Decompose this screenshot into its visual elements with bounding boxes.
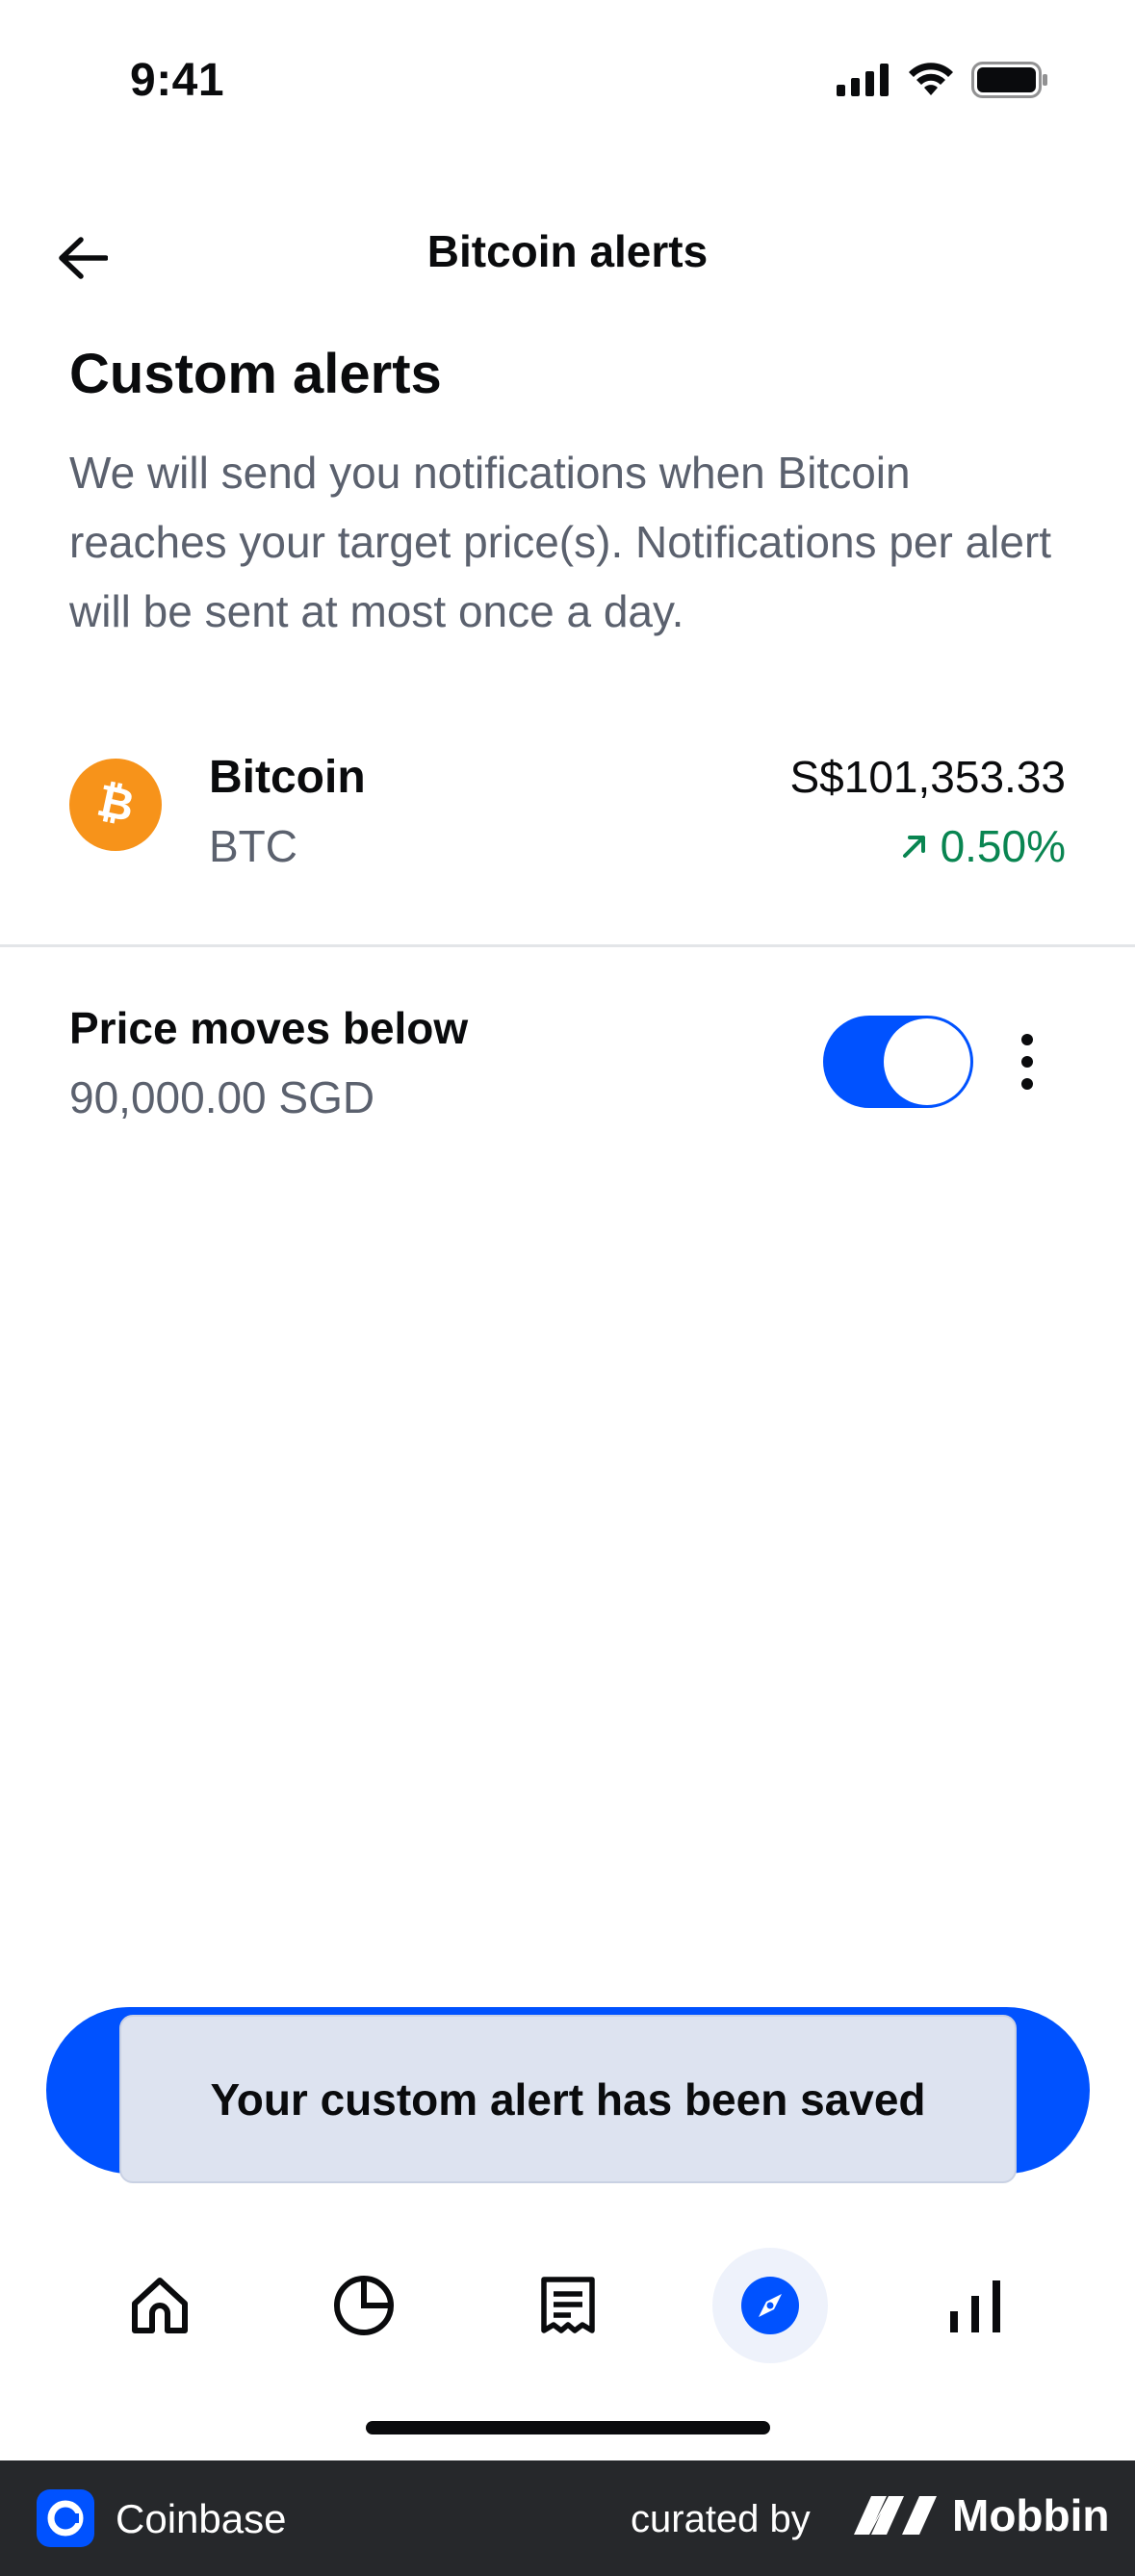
tab-home[interactable] (102, 2248, 218, 2363)
status-icons (837, 62, 1048, 103)
explore-icon (741, 2277, 799, 2334)
header: Bitcoin alerts (0, 202, 1135, 303)
asset-row: ₿ Bitcoin BTC S$101,353.33 0.50% (69, 741, 1067, 871)
transactions-icon (541, 2277, 595, 2333)
page-title: Bitcoin alerts (426, 226, 709, 276)
tab-markets[interactable] (917, 2248, 1033, 2363)
alert-target-price: 90,000.00 SGD (69, 1072, 375, 1122)
alert-toggle[interactable] (823, 1016, 973, 1108)
divider (0, 944, 1135, 947)
more-options-icon[interactable] (1008, 1023, 1046, 1100)
tab-portfolio[interactable] (306, 2248, 422, 2363)
home-indicator (366, 2421, 770, 2434)
asset-change-value: 0.50% (940, 821, 1066, 871)
home-icon (132, 2278, 188, 2333)
portfolio-icon (334, 2276, 394, 2335)
tab-explore[interactable] (712, 2248, 828, 2363)
mobbin-logo-icon (854, 2496, 937, 2535)
asset-price: S$101,353.33 (789, 752, 1067, 802)
toast-message: Your custom alert has been saved (119, 2015, 1017, 2183)
alert-condition: Price moves below (69, 1003, 469, 1053)
footer: Coinbase curated by Mobbin (0, 2460, 1135, 2576)
status-time: 9:41 (130, 55, 225, 106)
status-bar: 9:41 (0, 0, 1135, 168)
mobbin-brand: Mobbin (852, 2489, 1110, 2541)
markets-icon (950, 2280, 1000, 2332)
svg-text:₿: ₿ (93, 776, 139, 831)
footer-app-name: Coinbase (116, 2496, 287, 2541)
section-title: Custom alerts (69, 343, 442, 405)
asset-name: Bitcoin (209, 752, 366, 803)
coinbase-logo-icon (37, 2489, 94, 2547)
tab-transactions[interactable] (510, 2248, 626, 2363)
alert-row: Price moves below 90,000.00 SGD (69, 996, 1071, 1131)
asset-change: 0.50% (900, 820, 1066, 872)
wifi-icon (908, 63, 954, 102)
bitcoin-icon: ₿ (69, 759, 162, 851)
tab-bar (0, 2243, 1135, 2368)
battery-icon (971, 62, 1048, 103)
asset-ticker: BTC (209, 821, 297, 871)
footer-brand-name: Mobbin (952, 2490, 1110, 2540)
toggle-knob (884, 1018, 970, 1105)
footer-curated-label: curated by (631, 2498, 811, 2540)
section-description: We will send you notifications when Bitc… (69, 448, 1052, 636)
cellular-signal-icon (837, 64, 890, 101)
arrow-up-right-icon (902, 836, 925, 858)
